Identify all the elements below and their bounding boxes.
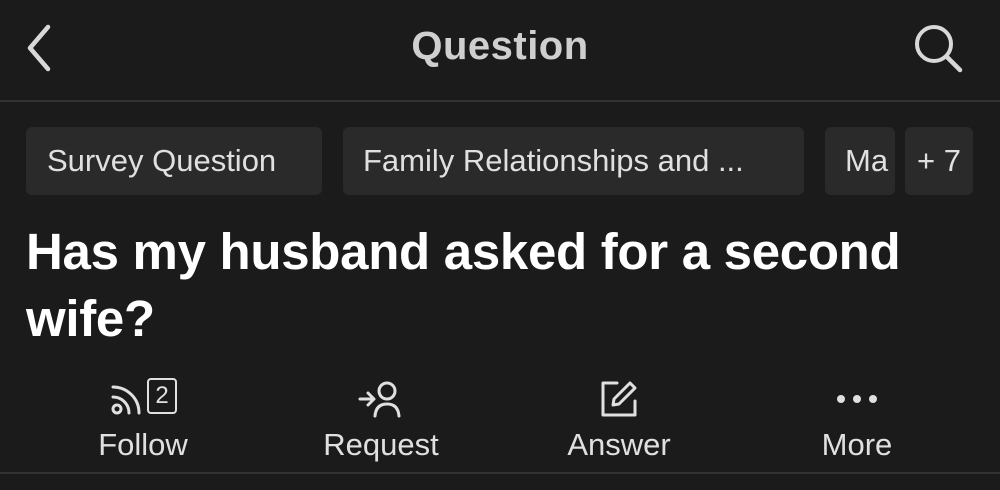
more-dots-icon [837, 395, 877, 403]
request-answer-icon [358, 381, 401, 418]
search-button[interactable] [908, 18, 968, 78]
question-screen: Question Survey Question Family Relation… [0, 0, 1000, 490]
request-label: Request [323, 427, 439, 462]
more-button[interactable]: More [738, 372, 976, 472]
answer-icon-wrap [500, 374, 738, 424]
more-topics-chip[interactable]: + 7 [905, 127, 973, 195]
answer-label: Answer [567, 427, 671, 462]
topic-chips: Survey Question Family Relationships and… [0, 127, 1000, 195]
edit-pencil-icon [601, 381, 637, 417]
follow-label: Follow [98, 427, 188, 462]
follow-button[interactable]: 2 Follow [24, 372, 262, 472]
topic-chip-truncated[interactable]: Ma [825, 127, 895, 195]
search-icon [915, 25, 963, 73]
page-title: Question [411, 24, 589, 68]
answer-button[interactable]: Answer [500, 372, 738, 472]
follow-count-badge: 2 [147, 378, 177, 414]
action-bar: 2 Follow Request Answer More [0, 372, 1000, 474]
top-bar: Question [0, 0, 1000, 102]
request-icon-wrap [262, 374, 500, 424]
more-icon-wrap [738, 374, 976, 424]
more-label: More [821, 427, 893, 462]
topic-chip-survey-question[interactable]: Survey Question [26, 127, 322, 195]
follow-icon-group: 2 [24, 374, 262, 424]
question-title: Has my husband asked for a second wife? [26, 223, 901, 347]
request-button[interactable]: Request [262, 372, 500, 472]
topic-chip-family-relationships[interactable]: Family Relationships and ... [343, 127, 804, 195]
rss-feed-icon [111, 385, 141, 415]
